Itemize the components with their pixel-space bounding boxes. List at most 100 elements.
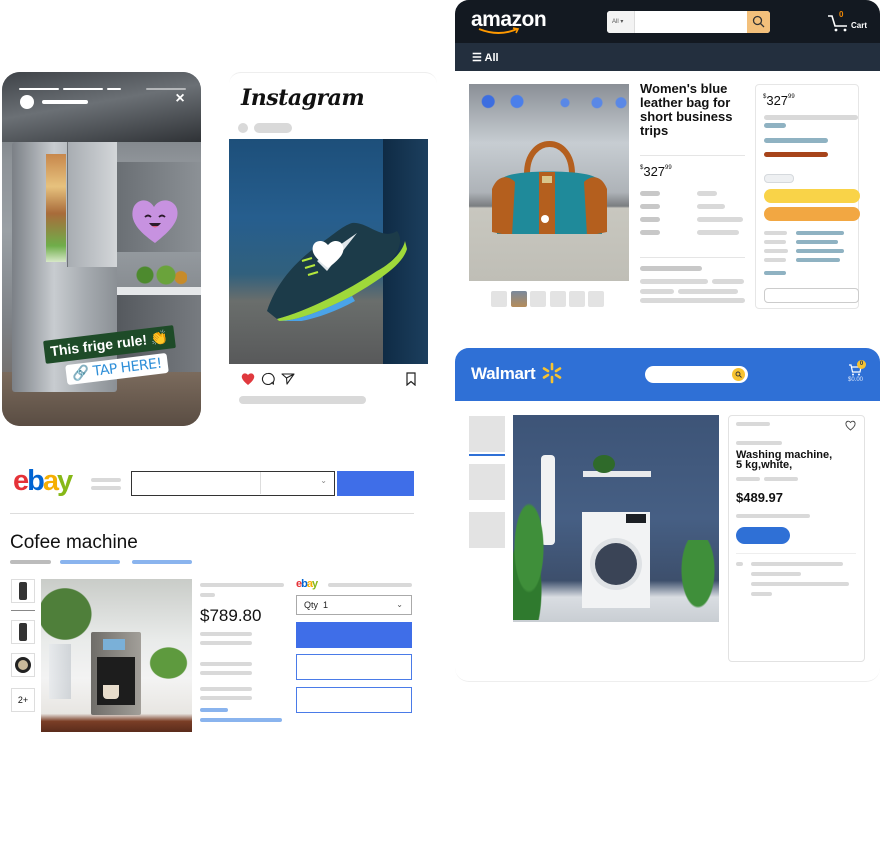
more-link-placeholder[interactable] [200,708,228,712]
seller-value-placeholder[interactable] [796,231,844,235]
product-thumbnail[interactable] [11,620,35,644]
amazon-search-button[interactable] [747,11,770,33]
buy-now-button[interactable] [764,207,860,221]
more-link-placeholder[interactable] [200,718,282,722]
product-thumbnail[interactable] [469,512,505,548]
product-thumbnail[interactable] [530,291,546,307]
walmart-logo[interactable]: Walmart [471,364,536,384]
comment-icon[interactable] [261,372,275,386]
add-to-cart-button[interactable] [736,527,790,544]
amazon-search-input[interactable] [636,11,746,33]
post-author-name-placeholder[interactable] [254,123,292,133]
walmart-search-bar[interactable] [645,366,748,383]
reviews-link-placeholder[interactable] [132,560,192,564]
all-menu-button[interactable]: ☰ All [472,51,499,64]
seller-value-placeholder[interactable] [796,240,838,244]
product-thumbnail[interactable] [588,291,604,307]
amazon-buy-box: $32799 [755,84,860,309]
add-to-list-button[interactable] [764,288,859,303]
product-thumbnail[interactable] [550,291,566,307]
amazon-cart-button[interactable]: 0 Cart [827,10,871,34]
quantity-selector[interactable] [764,174,794,183]
share-icon[interactable] [281,372,295,386]
walmart-cart-button[interactable]: 0 $0.00 [848,360,874,391]
like-icon[interactable] [241,372,255,386]
add-to-cart-button[interactable] [296,654,412,680]
shipping-info-placeholder [751,582,849,586]
more-thumbnails-button[interactable]: 2+ [11,688,35,712]
instagram-story-card[interactable]: × This frige rule! 👏 🔗 TAP HERE! [2,72,201,426]
sneaker-photo[interactable] [229,139,428,364]
ebay-search-input[interactable] [132,472,259,494]
close-icon[interactable]: × [173,91,187,107]
spec-label-placeholder [640,191,660,196]
spec-value-placeholder [697,217,743,222]
bookmark-icon[interactable] [405,372,417,386]
amazon-search-bar[interactable]: All ▾ [607,11,770,33]
amazon-smile-logo-icon [478,27,520,34]
product-price: $32799 [640,164,672,179]
buybox-info-placeholder [328,583,412,587]
amazon-product-page: amazon All ▾ 0 Cart ☰ All Women's blue l… [455,0,880,315]
returns-link-placeholder[interactable] [764,271,786,275]
divider [736,553,856,554]
favorite-heart-icon[interactable] [845,420,856,431]
story-avatar[interactable] [20,95,34,109]
quantity-dropdown[interactable]: Qty 1 ⌄ [296,595,412,615]
category-menu-icon-line [91,486,121,490]
image-plant-right [678,540,718,615]
add-to-watchlist-button[interactable] [296,687,412,713]
washing-machine-product-image[interactable] [513,415,719,622]
seller-value-placeholder[interactable] [796,258,840,262]
ebay-search-button[interactable] [337,471,414,496]
search-icon [752,15,765,28]
delivery-link-placeholder[interactable] [764,123,786,128]
description-line-placeholder [640,298,745,303]
double-tap-heart-icon [312,240,344,268]
spec-value-placeholder [697,191,717,196]
handbag-product-image[interactable] [469,84,629,281]
product-title: Cofee machine [10,532,138,553]
watch-thumbnail-image [19,623,27,641]
product-thumbnail[interactable] [491,291,507,307]
product-title-line: 5 kg,white, [736,459,793,471]
product-thumbnail[interactable] [469,464,505,500]
heart-emoji-sticker-icon[interactable] [130,197,180,245]
product-thumbnail[interactable] [11,579,35,603]
seller-value-placeholder[interactable] [796,249,844,253]
cart-total: $0.00 [848,377,864,383]
walmart-search-button[interactable] [732,368,745,381]
ebay-logo[interactable]: ebay [13,467,73,496]
category-menu-icon[interactable] [91,478,121,482]
watch-thumbnail-image [15,657,31,673]
delivery-info-placeholder [200,671,252,675]
product-thumbnail-selected[interactable] [511,291,527,307]
ebay-search-bar[interactable]: ⌄ [131,471,335,496]
hamburger-menu-icon: ☰ [472,52,482,64]
story-progress-segment [63,88,103,90]
post-caption-placeholder [239,396,366,404]
product-title: Women's blue leather bag for short busin… [640,81,733,138]
product-thumbnail[interactable] [569,291,585,307]
add-to-cart-button[interactable] [764,189,860,203]
post-author-avatar[interactable] [238,123,248,133]
washing-machine-image [582,512,650,608]
rating-link-placeholder[interactable] [60,560,120,564]
search-category-dropdown[interactable]: All ▾ [607,11,635,33]
seller-info-placeholder [200,583,284,587]
ebay-product-page: ebay ⌄ Cofee machine 2+ $789.80 ebay Qty… [0,455,420,745]
product-thumbnail-selected[interactable] [469,416,505,452]
seller-link-placeholder[interactable] [10,560,51,564]
price-whole: 327 [766,93,789,108]
story-progress-segment [107,88,121,90]
instagram-post-card: Instagram [229,72,437,410]
category-dropdown[interactable]: ⌄ [260,472,333,494]
coffee-machine-product-image[interactable] [41,579,192,732]
divider [640,155,745,156]
buy-it-now-button[interactable] [296,622,412,648]
divider [10,513,414,514]
product-thumbnail[interactable] [11,653,35,677]
shipping-info-placeholder [200,632,252,636]
location-link-placeholder[interactable] [764,138,828,143]
handbag-image [492,141,607,234]
